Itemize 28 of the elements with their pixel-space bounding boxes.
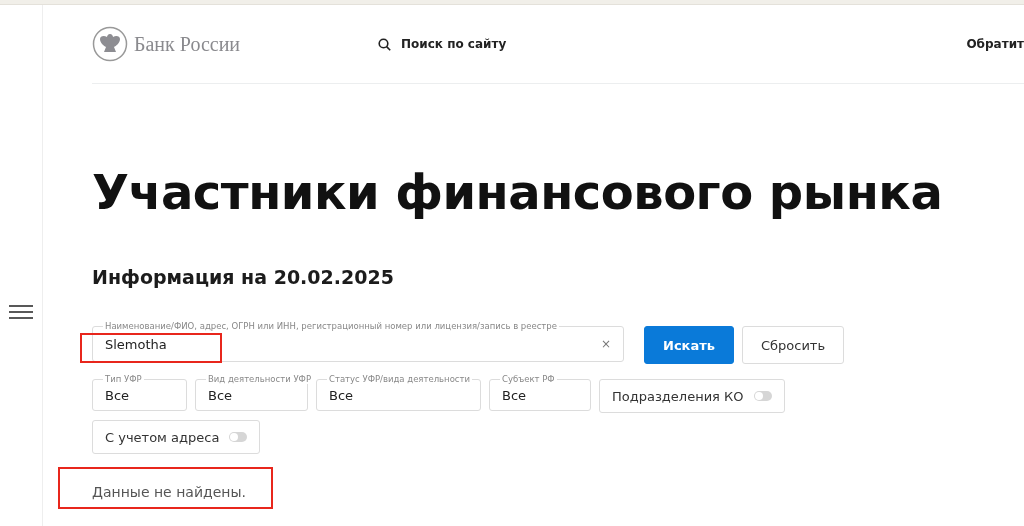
- contact-link[interactable]: Обратит: [966, 37, 1024, 51]
- site-search-link[interactable]: Поиск по сайту: [378, 37, 507, 51]
- field-value: Все: [502, 387, 527, 403]
- field-value: Все: [208, 387, 233, 403]
- field-label: Вид деятельности УФР: [206, 374, 313, 384]
- field-label: Субъект РФ: [500, 374, 557, 384]
- logo-text[interactable]: Банк России: [134, 32, 241, 56]
- toggle-field[interactable]: Подразделения КО: [599, 379, 785, 413]
- clear-button[interactable]: ×: [600, 337, 611, 351]
- field-label: Статус УФР/вида деятельности: [327, 374, 472, 384]
- search-button[interactable]: Искать: [644, 326, 734, 364]
- field-label: Тип УФР: [103, 374, 144, 384]
- search-icon: [378, 37, 391, 51]
- menu-icon[interactable]: [9, 305, 33, 319]
- result-message: Данные не найдены.: [92, 484, 247, 500]
- toggle-label: Подразделения КО: [612, 388, 744, 404]
- field-value: Slemotha: [105, 336, 167, 352]
- field-value: Все: [105, 387, 130, 403]
- reset-button[interactable]: Сбросить: [741, 326, 845, 364]
- info-date: Информация на 20.02.2025: [92, 266, 395, 288]
- emblem-icon: [92, 26, 128, 62]
- toggle-field[interactable]: С учетом адреса: [92, 420, 261, 454]
- page-title: Участники финансового рынка: [92, 164, 944, 220]
- field-value: Все: [329, 387, 354, 403]
- toggle-switch[interactable]: [229, 432, 248, 442]
- toggle-switch[interactable]: [753, 391, 772, 401]
- field-label: Наименование/ФИО, адрес, ОГРН или ИНН, регистрационный номер или лицензия/запись в реестре: [103, 321, 559, 331]
- toggle-label: С учетом адреса: [105, 429, 220, 445]
